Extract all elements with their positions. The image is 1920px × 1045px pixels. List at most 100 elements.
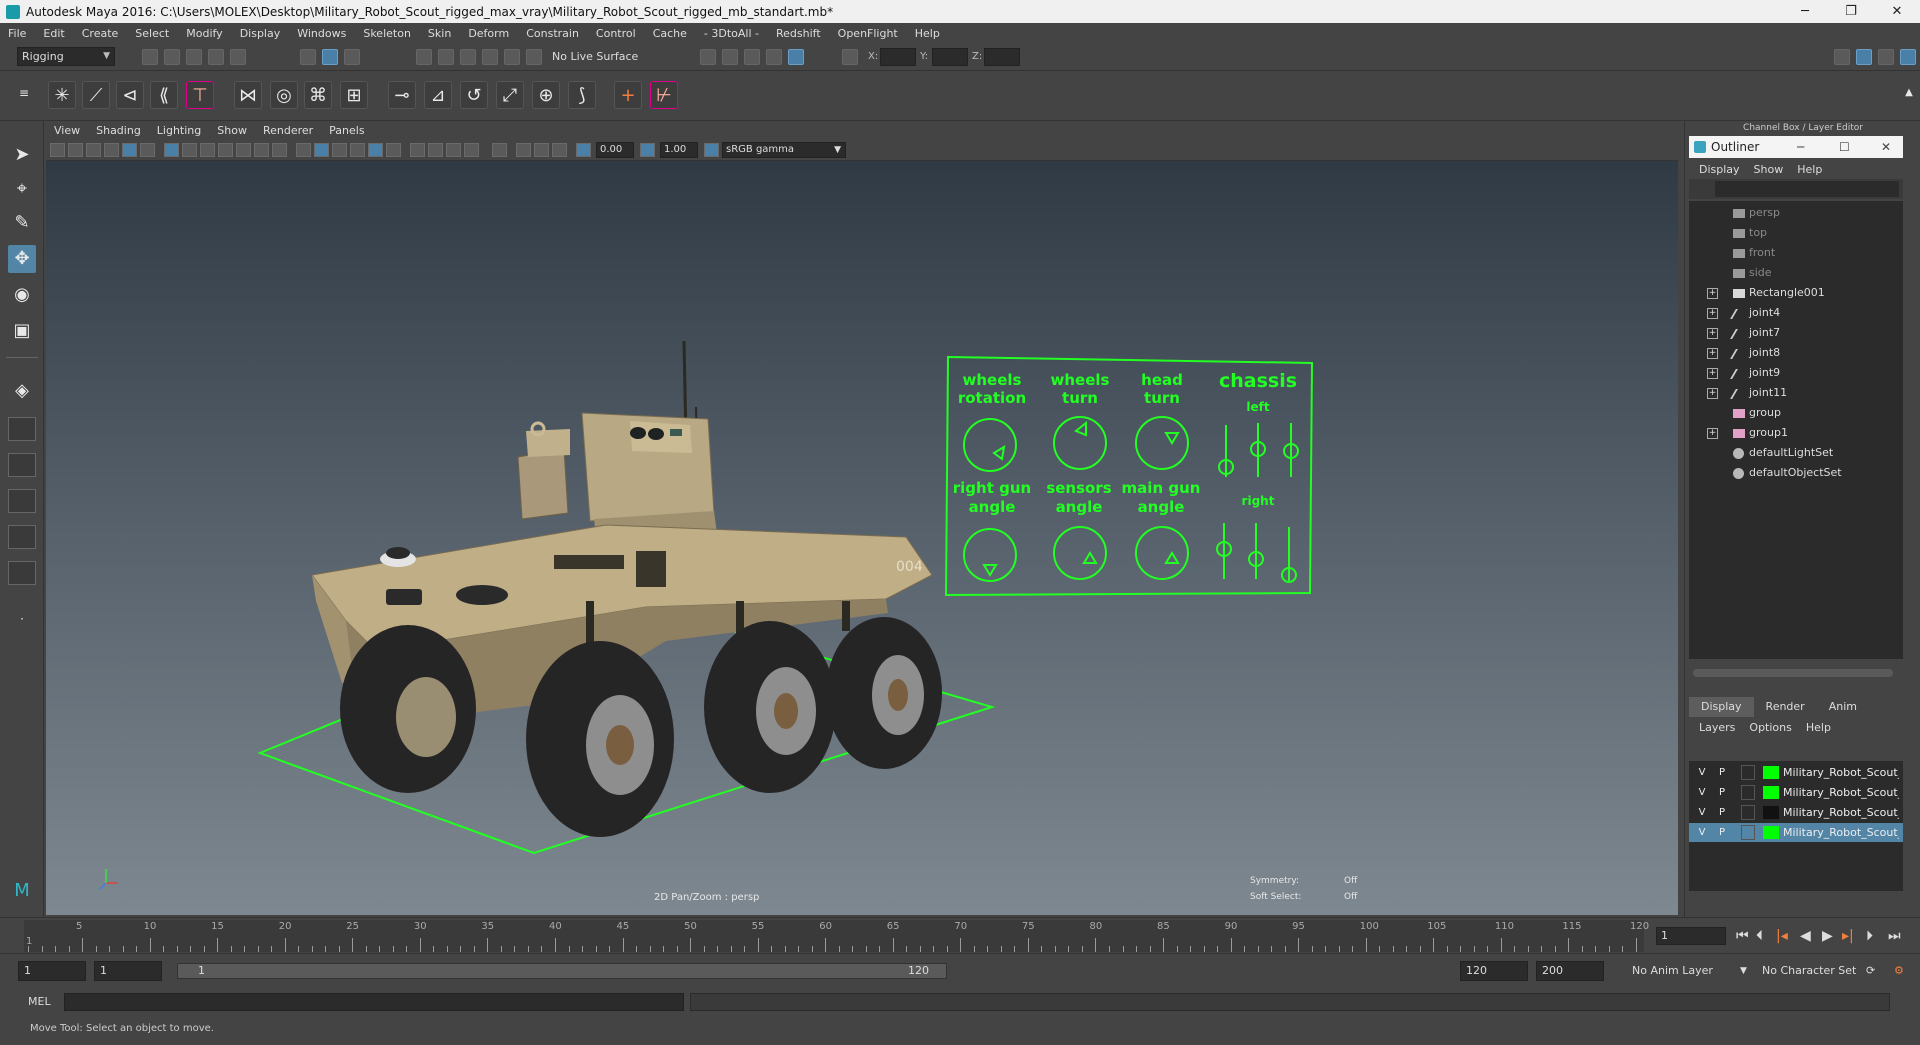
vp-menu-renderer[interactable]: Renderer xyxy=(263,124,313,137)
insert-joint-icon[interactable]: ⊤ xyxy=(186,81,214,109)
ik-handle-icon[interactable]: ⟋ xyxy=(82,81,110,109)
dial-main-gun-angle[interactable] xyxy=(1135,526,1189,580)
outliner-list[interactable]: persp top front side + Rectangle001 + joint4 + jo… xyxy=(1689,201,1903,659)
select-tool-icon[interactable]: ➤ xyxy=(8,141,36,169)
layer-display-type-toggle[interactable] xyxy=(1741,765,1755,780)
outliner-item-top[interactable]: top xyxy=(1689,223,1903,243)
single-perspective-icon[interactable]: ◈ xyxy=(8,377,36,405)
outliner-item-front[interactable]: front xyxy=(1689,243,1903,263)
range-bar[interactable]: 1 120 xyxy=(177,963,947,979)
snap-curve-icon[interactable] xyxy=(438,49,454,65)
safe-title-icon[interactable] xyxy=(272,143,287,157)
menu-create[interactable]: Create xyxy=(82,27,119,40)
snap-surface-icon[interactable] xyxy=(504,49,520,65)
bookmark-icon[interactable] xyxy=(86,143,101,157)
menu-set-selector[interactable]: Rigging ▼ xyxy=(17,47,115,66)
menu-3dtoall[interactable]: - 3DtoAll - xyxy=(704,27,759,40)
select-object-icon[interactable] xyxy=(322,49,338,65)
vp-menu-panels[interactable]: Panels xyxy=(329,124,364,137)
tab-anim[interactable]: Anim xyxy=(1817,697,1869,717)
dial-wheels-turn[interactable] xyxy=(1053,416,1107,470)
orient-constraint-icon[interactable]: ↺ xyxy=(460,81,488,109)
layer-playback-toggle[interactable]: P xyxy=(1715,765,1729,780)
dial-handle-wheels-rotation[interactable] xyxy=(992,445,1006,461)
menu-file[interactable]: File xyxy=(8,27,26,40)
expand-icon[interactable]: + xyxy=(1707,368,1718,379)
layers-menu-options[interactable]: Options xyxy=(1749,719,1791,737)
ipr-render-icon[interactable] xyxy=(744,49,760,65)
lights-icon[interactable] xyxy=(386,143,401,157)
paint-select-icon[interactable]: ✎ xyxy=(8,209,36,237)
outliner-item-joint9[interactable]: + joint9 xyxy=(1689,363,1903,383)
outliner-menu-show[interactable]: Show xyxy=(1754,163,1784,176)
outliner-item-group1[interactable]: + group1 xyxy=(1689,423,1903,443)
render-frame-icon[interactable] xyxy=(722,49,738,65)
expand-icon[interactable]: + xyxy=(1707,348,1718,359)
menu-redshift[interactable]: Redshift xyxy=(776,27,821,40)
modeling-toolkit-icon[interactable] xyxy=(1834,49,1850,65)
shelf-options-icon[interactable]: ≡ xyxy=(14,79,34,107)
rotate-tool-icon[interactable]: ◉ xyxy=(8,281,36,309)
more-layouts-icon[interactable]: · xyxy=(8,605,36,633)
close-button[interactable]: ✕ xyxy=(1874,0,1920,23)
anim-layer-dropdown[interactable]: No Anim Layer xyxy=(1632,963,1713,979)
gamma-icon[interactable] xyxy=(640,143,655,157)
outliner-scrollbar[interactable] xyxy=(1693,669,1893,677)
outliner-menu-help[interactable]: Help xyxy=(1797,163,1822,176)
gate-mask-icon[interactable] xyxy=(218,143,233,157)
outliner-menu-display[interactable]: Display xyxy=(1699,163,1740,176)
snap-view-icon[interactable] xyxy=(482,49,498,65)
animation-prefs-icon[interactable]: ⚙ xyxy=(1894,963,1904,979)
live-icon[interactable] xyxy=(526,49,542,65)
step-forward-key-icon[interactable]: ⏵ xyxy=(1866,929,1873,943)
layers-menu-help[interactable]: Help xyxy=(1806,719,1831,737)
outliner-item-defaultlightset[interactable]: defaultLightSet xyxy=(1689,443,1903,463)
outliner-item-persp[interactable]: persp xyxy=(1689,203,1903,223)
dial-sensors-angle[interactable] xyxy=(1053,526,1107,580)
layer-row[interactable]: V P Military_Robot_Scout_ xyxy=(1689,763,1903,782)
outliner-item-joint11[interactable]: + joint11 xyxy=(1689,383,1903,403)
redo-icon[interactable] xyxy=(230,49,246,65)
bind-skin-icon[interactable]: ⟪ xyxy=(150,81,178,109)
layer-color-swatch[interactable] xyxy=(1763,766,1779,779)
layer-playback-toggle[interactable]: P xyxy=(1715,825,1729,840)
custom-layout-icon[interactable] xyxy=(8,561,36,585)
motion-blur-icon[interactable] xyxy=(446,143,461,157)
joint-tool-icon[interactable]: ✳ xyxy=(48,81,76,109)
layer-row[interactable]: V P Military_Robot_Scout_ xyxy=(1689,823,1903,842)
snap-grid-icon[interactable] xyxy=(416,49,432,65)
dial-wheels-rotation[interactable] xyxy=(963,418,1017,472)
tool-settings-toggle-icon[interactable] xyxy=(1878,49,1894,65)
layer-color-swatch[interactable] xyxy=(1763,826,1779,839)
layer-playback-toggle[interactable]: P xyxy=(1715,785,1729,800)
gamma-field[interactable]: 1.00 xyxy=(660,142,698,158)
color-management-icon[interactable] xyxy=(704,143,719,157)
play-forward-icon[interactable]: ▶ xyxy=(1822,929,1833,943)
step-back-frame-icon[interactable]: |◂ xyxy=(1776,929,1788,943)
select-camera-icon[interactable] xyxy=(50,143,65,157)
3d-scene[interactable]: 004 wheels rotation wheels turn head tur… xyxy=(46,161,1678,915)
four-view-layout-icon[interactable] xyxy=(8,417,36,441)
attribute-editor-toggle-icon[interactable] xyxy=(1856,49,1872,65)
playback-start-field[interactable]: 1 xyxy=(94,961,162,981)
shadows-icon[interactable] xyxy=(410,143,425,157)
field-chart-icon[interactable] xyxy=(236,143,251,157)
step-back-key-icon[interactable]: ⏴ xyxy=(1756,929,1763,943)
playback-end-field[interactable]: 120 xyxy=(1460,961,1528,981)
grease-pencil-icon[interactable] xyxy=(140,143,155,157)
mirror-joint-icon[interactable]: ⋈ xyxy=(234,81,262,109)
snap-point-icon[interactable] xyxy=(460,49,476,65)
ik-spline-icon[interactable]: ⊲ xyxy=(116,81,144,109)
z-field[interactable] xyxy=(984,48,1020,66)
wrap-icon[interactable]: ⌘ xyxy=(304,81,332,109)
layer-display-type-toggle[interactable] xyxy=(1741,805,1755,820)
move-tool-icon[interactable]: ✥ xyxy=(8,245,36,273)
resolution-gate-icon[interactable] xyxy=(200,143,215,157)
menu-openflight[interactable]: OpenFlight xyxy=(838,27,898,40)
play-backward-icon[interactable]: ◀ xyxy=(1800,929,1811,943)
menu-select[interactable]: Select xyxy=(135,27,169,40)
select-component-icon[interactable] xyxy=(344,49,360,65)
smooth-shade-icon[interactable] xyxy=(314,143,329,157)
menu-skeleton[interactable]: Skeleton xyxy=(363,27,411,40)
pole-vector-icon[interactable]: ⟆ xyxy=(568,81,596,109)
